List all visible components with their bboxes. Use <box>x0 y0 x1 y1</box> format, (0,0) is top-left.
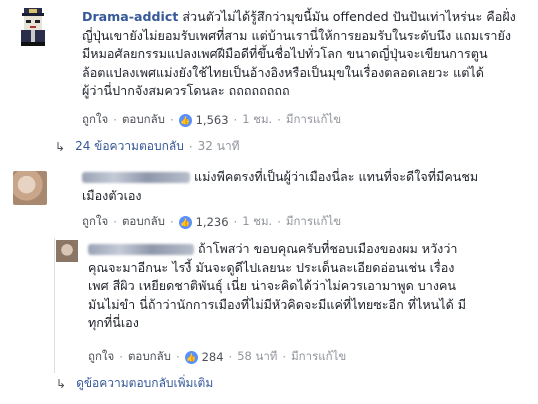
comment-line: มันไม่ขำ นี่ถ้าว่านักการเมืองที่ไม่มีหัว… <box>88 296 467 312</box>
edited-label[interactable]: มีการแก้ไข <box>291 348 346 366</box>
comment-line: ผู้ว่านี่ปากจังสมควรโดนละ ถถถถถถถถ <box>82 83 290 98</box>
comment-line: คุณจะมาอีกนะ ไรงี้ มันจะดูดีไปเลยนะ ประเ… <box>88 259 455 275</box>
separator: · <box>277 215 281 229</box>
comment-line: ถ้าโพสว่า ขอบคุณครับที่ชอบเมืองของผม หวั… <box>198 241 458 256</box>
avatar-commenter-3[interactable] <box>56 240 78 262</box>
thumbs-up-icon[interactable]: 👍 <box>178 215 192 229</box>
reply-arrow-icon: ↳ <box>56 376 67 391</box>
separator: · <box>282 350 287 364</box>
comment-line: แม่งพีคตรงที่เป็นผู้ว่าเมืองนี่ละ แทนที่… <box>194 169 479 184</box>
reply-link[interactable]: ตอบกลับ <box>122 213 165 231</box>
separator: · <box>169 215 174 229</box>
like-link[interactable]: ถูกใจ <box>82 213 108 231</box>
avatar-drama-addict[interactable] <box>13 6 53 46</box>
comment-line: ทุกที่นี่เอง <box>88 315 139 330</box>
avatar-commenter-2[interactable] <box>13 171 47 205</box>
view-more-replies-link[interactable]: ↳ ดูข้อความตอบกลับเพิ่มเติม <box>56 374 213 393</box>
comment-line: ส่วนตัวไม่ได้รู้สึกว่ามุขนี้มัน offended… <box>182 9 516 24</box>
like-count[interactable]: 284 <box>202 350 224 364</box>
comment-actions: ถูกใจ · ตอบกลับ · 👍 1,563 · 1 ชม. · มีกา… <box>82 111 341 129</box>
like-link[interactable]: ถูกใจ <box>82 111 108 129</box>
reply-link[interactable]: ตอบกลับ <box>122 111 165 129</box>
comment-text: ถ้าโพสว่า ขอบคุณครับที่ชอบเมืองของผม หวั… <box>88 240 528 333</box>
replies-time: 32 นาที <box>197 139 240 153</box>
edited-label[interactable]: มีการแก้ไข <box>286 111 341 129</box>
view-replies-link[interactable]: ↳ 24 ข้อความตอบกลับ · 32 นาที <box>55 137 240 156</box>
blurred-author-name[interactable] <box>82 172 190 183</box>
comment-actions: ถูกใจ · ตอบกลับ · 👍 1,236 · 1 ชม. · มีกา… <box>82 213 341 231</box>
like-count[interactable]: 1,236 <box>196 215 229 229</box>
separator: · <box>233 113 238 127</box>
like-count[interactable]: 1,563 <box>196 113 229 127</box>
separator: · <box>277 113 281 127</box>
edited-label[interactable]: มีการแก้ไข <box>286 213 341 231</box>
mascot-icon <box>21 8 45 46</box>
separator: · <box>228 350 233 364</box>
timestamp[interactable]: 58 นาที <box>237 348 277 366</box>
author-name[interactable]: Drama-addict <box>82 9 178 24</box>
replies-count[interactable]: 24 ข้อความตอบกลับ <box>75 137 184 156</box>
thumbs-up-icon[interactable]: 👍 <box>184 350 198 364</box>
comment-text: Drama-addict ส่วนตัวไม่ได้รู้สึกว่ามุขนี… <box>82 8 532 101</box>
comment-line: ญี่ปุ่นเขายังไม่ยอมรับเพศที่สาม แต่บ้านเ… <box>82 27 512 43</box>
separator: · <box>188 139 193 154</box>
timestamp[interactable]: 1 ชม. <box>242 213 272 231</box>
thumbs-up-icon[interactable]: 👍 <box>178 113 192 127</box>
timestamp[interactable]: 1 ชม. <box>242 111 272 129</box>
comment-line: เมืองตัวเอง <box>82 187 142 203</box>
separator: · <box>113 215 117 229</box>
comment-text: แม่งพีคตรงที่เป็นผู้ว่าเมืองนี่ละ แทนที่… <box>82 168 522 205</box>
comment-actions: ถูกใจ · ตอบกลับ · 👍 284 · 58 นาที · มีกา… <box>88 348 346 366</box>
like-link[interactable]: ถูกใจ <box>88 348 114 366</box>
thread-divider <box>54 238 55 373</box>
comment-line: ล้อตแปลงเพศแม่งยังใช้ไทยเป็นอ้างอิงหรือเ… <box>82 64 484 80</box>
separator: · <box>113 113 117 127</box>
separator: · <box>169 113 174 127</box>
separator: · <box>119 350 123 364</box>
separator: · <box>233 215 238 229</box>
reply-arrow-icon: ↳ <box>55 139 66 154</box>
separator: · <box>175 350 180 364</box>
reply-link[interactable]: ตอบกลับ <box>128 348 171 366</box>
blurred-author-name[interactable] <box>88 244 194 255</box>
comment-line: เพศ สีผิว เหยียดชาติพันธุ์ เนี่ย น่าจะคิ… <box>88 278 457 293</box>
comment-line: มีหมอศัลยกรรมแปลงเพศฝีมือดีที่ขึ้นชื่อไป… <box>82 46 488 61</box>
more-replies-label[interactable]: ดูข้อความตอบกลับเพิ่มเติม <box>76 374 213 393</box>
